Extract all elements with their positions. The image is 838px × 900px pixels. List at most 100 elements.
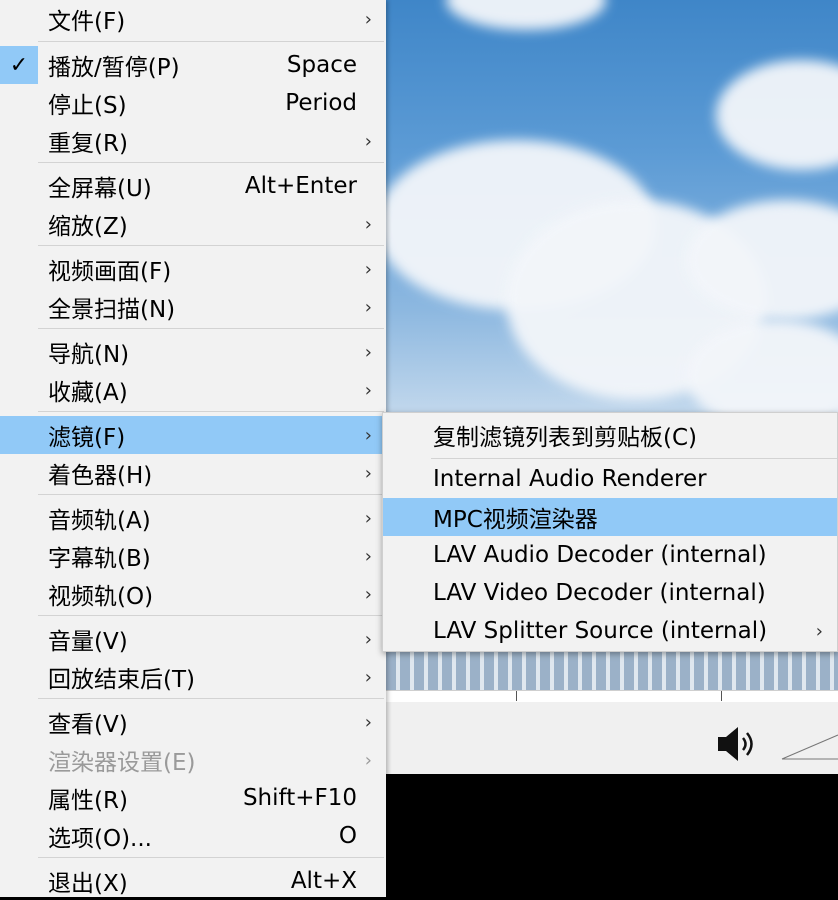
menu-item-after-playback[interactable]: 回放结束后(T) › xyxy=(0,658,386,696)
menu-separator xyxy=(38,698,384,699)
menu-item-navigate[interactable]: 导航(N) › xyxy=(0,333,386,371)
menu-item-label: 着色器(H) xyxy=(48,463,153,489)
chevron-right-icon: › xyxy=(364,379,372,401)
submenu-item-internal-audio-renderer[interactable]: Internal Audio Renderer xyxy=(383,460,837,498)
menu-item-label: Internal Audio Renderer xyxy=(433,466,707,492)
menu-item-audio-track[interactable]: 音频轨(A) › xyxy=(0,499,386,537)
submenu-item-lav-video-decoder[interactable]: LAV Video Decoder (internal) xyxy=(383,574,837,612)
menu-separator xyxy=(38,411,384,412)
menu-item-label: 字幕轨(B) xyxy=(48,546,151,572)
menu-item-pan-scan[interactable]: 全景扫描(N) › xyxy=(0,288,386,326)
building-silhouette xyxy=(386,646,838,690)
menu-item-label: 渲染器设置(E) xyxy=(48,750,196,776)
menu-item-view[interactable]: 查看(V) › xyxy=(0,703,386,741)
submenu-item-mpc-video-renderer[interactable]: MPC视频渲染器 xyxy=(383,498,837,536)
menu-item-label: 滤镜(F) xyxy=(48,425,126,451)
menu-item-label: 属性(R) xyxy=(48,788,128,814)
chevron-right-icon: › xyxy=(364,462,372,484)
chevron-right-icon: › xyxy=(364,296,372,318)
menu-item-shaders[interactable]: 着色器(H) › xyxy=(0,454,386,492)
menu-item-stop[interactable]: 停止(S) Period xyxy=(0,84,386,122)
menu-item-subtitle-track[interactable]: 字幕轨(B) › xyxy=(0,537,386,575)
chevron-right-icon: › xyxy=(364,213,372,235)
menu-item-volume[interactable]: 音量(V) › xyxy=(0,620,386,658)
menu-item-label: 播放/暂停(P) xyxy=(48,55,180,81)
menu-item-label: 重复(R) xyxy=(48,131,128,157)
menu-item-label: LAV Video Decoder (internal) xyxy=(433,580,766,606)
menu-item-label: 退出(X) xyxy=(48,871,128,897)
chevron-right-icon: › xyxy=(364,341,372,363)
menu-item-label: 查看(V) xyxy=(48,712,128,738)
menu-separator xyxy=(38,245,384,246)
chevron-right-icon: › xyxy=(364,424,372,446)
seek-tick xyxy=(721,691,722,701)
menu-item-label: 选项(O)... xyxy=(48,826,152,852)
menu-item-shortcut: Shift+F10 xyxy=(242,785,357,811)
menu-item-renderer-settings: 渲染器设置(E) › xyxy=(0,741,386,779)
menu-item-label: 视频轨(O) xyxy=(48,584,154,610)
menu-item-properties[interactable]: 属性(R) Shift+F10 xyxy=(0,779,386,817)
menu-item-label: 视频画面(F) xyxy=(48,259,172,285)
menu-item-label: 停止(S) xyxy=(48,93,127,119)
chevron-right-icon: › xyxy=(364,130,372,152)
menu-item-shortcut: Period xyxy=(285,90,357,116)
chevron-right-icon: › xyxy=(364,711,372,733)
menu-item-label: LAV Audio Decoder (internal) xyxy=(433,542,767,568)
menu-item-shortcut: Alt+Enter xyxy=(244,173,357,199)
menu-item-label: 音频轨(A) xyxy=(48,508,151,534)
menu-item-fullscreen[interactable]: 全屏幕(U) Alt+Enter xyxy=(0,167,386,205)
menu-item-video-track[interactable]: 视频轨(O) › xyxy=(0,575,386,613)
menu-item-zoom[interactable]: 缩放(Z) › xyxy=(0,205,386,243)
menu-item-label: 全景扫描(N) xyxy=(48,297,176,323)
menu-item-label: LAV Splitter Source (internal) xyxy=(433,618,768,644)
menu-separator xyxy=(38,162,384,163)
menu-item-label: 回放结束后(T) xyxy=(48,667,195,693)
submenu-item-lav-splitter-source[interactable]: LAV Splitter Source (internal) › xyxy=(383,612,837,650)
chevron-right-icon: › xyxy=(364,258,372,280)
menu-separator xyxy=(38,857,384,858)
menu-separator xyxy=(38,494,384,495)
filters-submenu: 复制滤镜列表到剪贴板(C) Internal Audio Renderer MP… xyxy=(382,412,838,652)
menu-item-file[interactable]: 文件(F) › xyxy=(0,0,386,38)
menu-item-label: MPC视频渲染器 xyxy=(433,507,598,533)
chevron-right-icon: › xyxy=(364,545,372,567)
checkmark-icon: ✓ xyxy=(0,46,38,84)
menu-item-video-frame[interactable]: 视频画面(F) › xyxy=(0,250,386,288)
menu-item-filters[interactable]: 滤镜(F) › xyxy=(0,416,386,454)
submenu-item-copy-filter-list[interactable]: 复制滤镜列表到剪贴板(C) xyxy=(383,416,837,454)
speaker-icon[interactable] xyxy=(714,724,762,764)
menu-separator xyxy=(431,458,837,459)
control-bar xyxy=(386,702,838,774)
chevron-right-icon: › xyxy=(364,666,372,688)
volume-slider[interactable] xyxy=(780,732,838,762)
menu-item-shortcut: O xyxy=(338,823,357,849)
menu-item-shortcut: Space xyxy=(286,52,357,78)
chevron-right-icon: › xyxy=(364,507,372,529)
menu-item-label: 缩放(Z) xyxy=(48,214,128,240)
cloud-shape xyxy=(446,0,606,30)
seek-tick xyxy=(516,691,517,701)
submenu-item-lav-audio-decoder[interactable]: LAV Audio Decoder (internal) xyxy=(383,536,837,574)
menu-item-exit[interactable]: 退出(X) Alt+X xyxy=(0,862,386,900)
menu-item-label: 导航(N) xyxy=(48,342,130,368)
menu-item-label: 全屏幕(U) xyxy=(48,176,152,202)
menu-separator xyxy=(38,41,384,42)
menu-separator xyxy=(38,615,384,616)
menu-item-options[interactable]: 选项(O)... O xyxy=(0,817,386,855)
chevron-right-icon: › xyxy=(364,749,372,771)
chevron-right-icon: › xyxy=(815,620,823,642)
context-menu: 文件(F) › ✓ 播放/暂停(P) Space 停止(S) Period 重复… xyxy=(0,0,386,897)
cloud-shape xyxy=(716,60,838,170)
menu-item-repeat[interactable]: 重复(R) › xyxy=(0,122,386,160)
chevron-right-icon: › xyxy=(364,8,372,30)
menu-separator xyxy=(38,328,384,329)
menu-item-label: 收藏(A) xyxy=(48,380,128,406)
menu-item-label: 音量(V) xyxy=(48,629,128,655)
menu-item-shortcut: Alt+X xyxy=(290,868,357,894)
menu-item-play-pause[interactable]: ✓ 播放/暂停(P) Space xyxy=(0,46,386,84)
menu-item-label: 文件(F) xyxy=(48,9,126,35)
chevron-right-icon: › xyxy=(364,628,372,650)
menu-item-favorites[interactable]: 收藏(A) › xyxy=(0,371,386,409)
menu-item-label: 复制滤镜列表到剪贴板(C) xyxy=(433,425,698,451)
chevron-right-icon: › xyxy=(364,583,372,605)
